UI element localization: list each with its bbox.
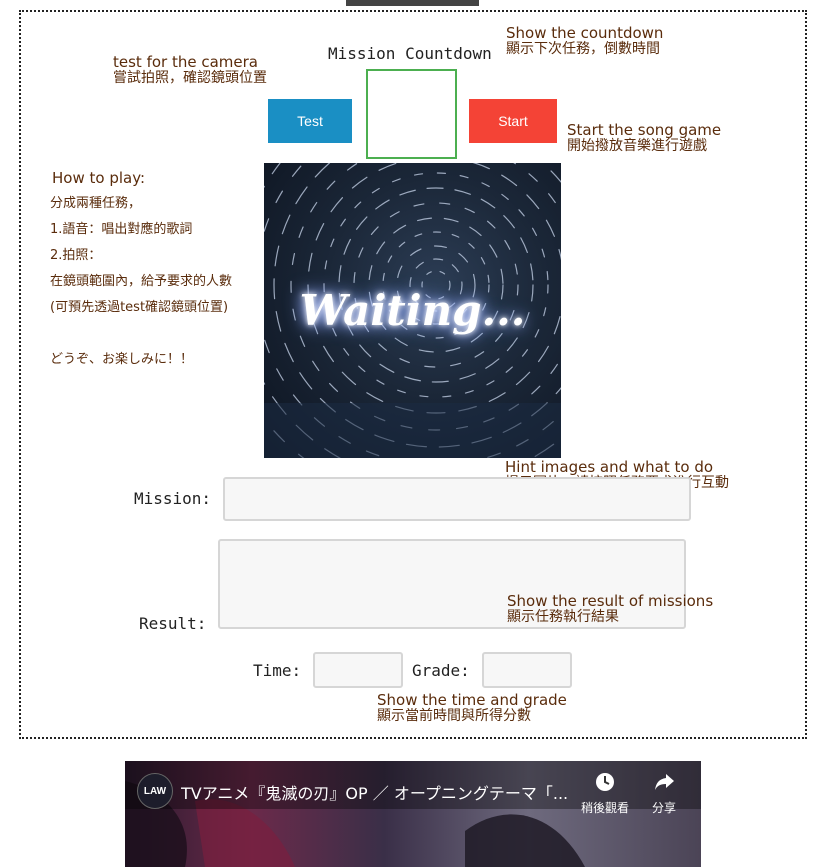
mission-label: Mission: <box>134 489 212 508</box>
clock-icon <box>596 773 614 791</box>
howto-line: (可預先透過test確認鏡頭位置) <box>50 300 229 315</box>
howto-line: 1.語音：唱出對應的歌詞 <box>50 222 193 237</box>
how-to-play: How to play: 分成兩種任務， 1.語音：唱出對應的歌詞 2.拍照： … <box>50 165 232 373</box>
top-bar <box>346 0 479 6</box>
time-label: Time: <box>253 661 302 680</box>
howto-line: どうぞ、お楽しみに！！ <box>50 352 194 367</box>
start-annotation-en: Start the song game <box>567 121 722 139</box>
video-embed[interactable]: LAW TVアニメ『鬼滅の刃』OP ／ オープニングテーマ「... 稍後觀看 分… <box>125 761 701 867</box>
countdown-title: Mission Countdown <box>328 44 492 63</box>
waiting-text: Waiting... <box>299 286 526 335</box>
hint-annotation-en: Hint images and what to do <box>505 458 714 476</box>
howto-title: How to play: <box>52 169 146 187</box>
result-annotation-zh: 顯示任務執行結果 <box>507 609 619 625</box>
hint-image: Waiting... <box>264 163 561 458</box>
watch-later-label: 稍後觀看 <box>580 801 629 815</box>
share-icon <box>655 774 674 790</box>
test-button[interactable]: Test <box>268 99 352 143</box>
howto-line: 2.拍照： <box>50 248 102 263</box>
time-annotation-zh: 顯示當前時間與所得分數 <box>377 708 531 724</box>
video-title[interactable]: TVアニメ『鬼滅の刃』OP ／ オープニングテーマ「... <box>181 780 571 804</box>
start-button[interactable]: Start <box>469 99 557 143</box>
howto-line: 分成兩種任務， <box>50 196 142 211</box>
camera-annotation-en: test for the camera <box>113 53 258 71</box>
camera-annotation-zh: 嘗試拍照，確認鏡頭位置 <box>113 70 267 86</box>
result-label: Result: <box>139 614 207 633</box>
share-label: 分享 <box>651 801 676 815</box>
grade-label: Grade: <box>412 661 470 680</box>
time-field <box>313 652 403 688</box>
grade-field <box>482 652 572 688</box>
countdown-annotation-zh: 顯示下次任務，倒數時間 <box>506 41 660 57</box>
mission-field <box>223 477 691 521</box>
start-annotation-zh: 開始撥放音樂進行遊戲 <box>567 138 707 154</box>
time-annotation-en: Show the time and grade <box>377 691 567 709</box>
share-button[interactable]: 分享 <box>639 771 689 816</box>
howto-line: 在鏡頭範圍內，給予要求的人數 <box>50 274 233 289</box>
watch-later-button[interactable]: 稍後觀看 <box>575 771 635 816</box>
countdown-annotation-en: Show the countdown <box>506 24 664 42</box>
channel-avatar[interactable]: LAW <box>137 773 173 809</box>
countdown-box <box>366 69 457 159</box>
result-annotation-en: Show the result of missions <box>507 592 714 610</box>
